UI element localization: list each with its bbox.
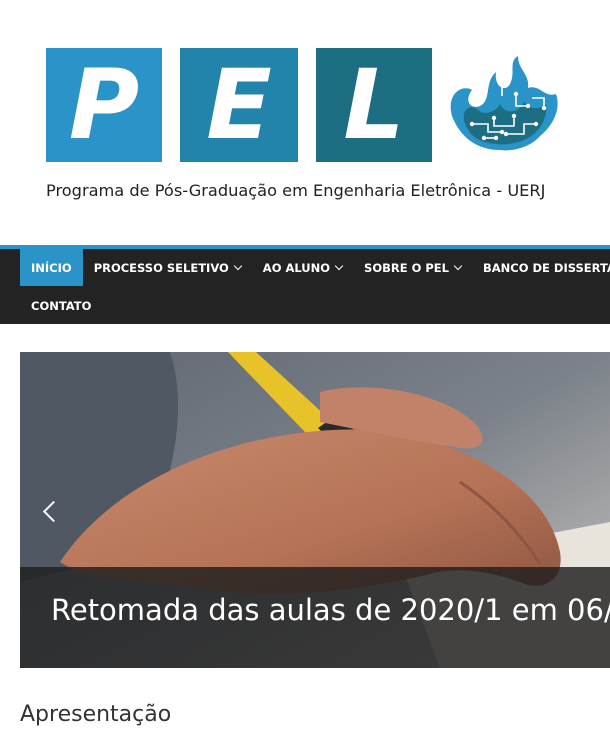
- slide-caption[interactable]: Retomada das aulas de 2020/1 em 06/: [51, 593, 610, 627]
- circuit-flame-logo-icon: [450, 56, 558, 151]
- section-title-apresentacao: Apresentação: [20, 702, 172, 727]
- nav-item-banco-de-dissertacoes[interactable]: BANCO DE DISSERTAÇÕES: [472, 249, 610, 286]
- nav-item-contato[interactable]: CONTATO: [20, 287, 102, 324]
- site-tagline: Programa de Pós-Graduação em Engenharia …: [46, 181, 546, 200]
- chevron-down-icon: [233, 261, 243, 271]
- nav-item-sobre-o-pel[interactable]: SOBRE O PEL: [353, 249, 472, 286]
- chevron-down-icon: [334, 261, 344, 271]
- nav-item-ao-aluno[interactable]: AO ALUNO: [252, 249, 353, 286]
- logo-letter-p[interactable]: P: [46, 48, 162, 162]
- nav-row-secondary: CONTATO: [20, 287, 102, 324]
- logo-letter-l[interactable]: L: [316, 48, 432, 162]
- slider-prev-arrow-icon[interactable]: [40, 498, 60, 526]
- hero-slider[interactable]: Retomada das aulas de 2020/1 em 06/: [20, 352, 610, 668]
- nav-item-inicio[interactable]: INÍCIO: [20, 249, 83, 286]
- slide-caption-bar: Retomada das aulas de 2020/1 em 06/: [20, 567, 610, 668]
- nav-item-processo-seletivo[interactable]: PROCESSO SELETIVO: [83, 249, 252, 286]
- chevron-down-icon: [453, 261, 463, 271]
- nav-row-primary: INÍCIO PROCESSO SELETIVO AO ALUNO SOBRE …: [20, 249, 610, 286]
- site-header: P E L Programa de Pós-Graduação em Engen…: [0, 0, 610, 245]
- logo-letter-e[interactable]: E: [180, 48, 298, 162]
- main-navigation: INÍCIO PROCESSO SELETIVO AO ALUNO SOBRE …: [0, 245, 610, 324]
